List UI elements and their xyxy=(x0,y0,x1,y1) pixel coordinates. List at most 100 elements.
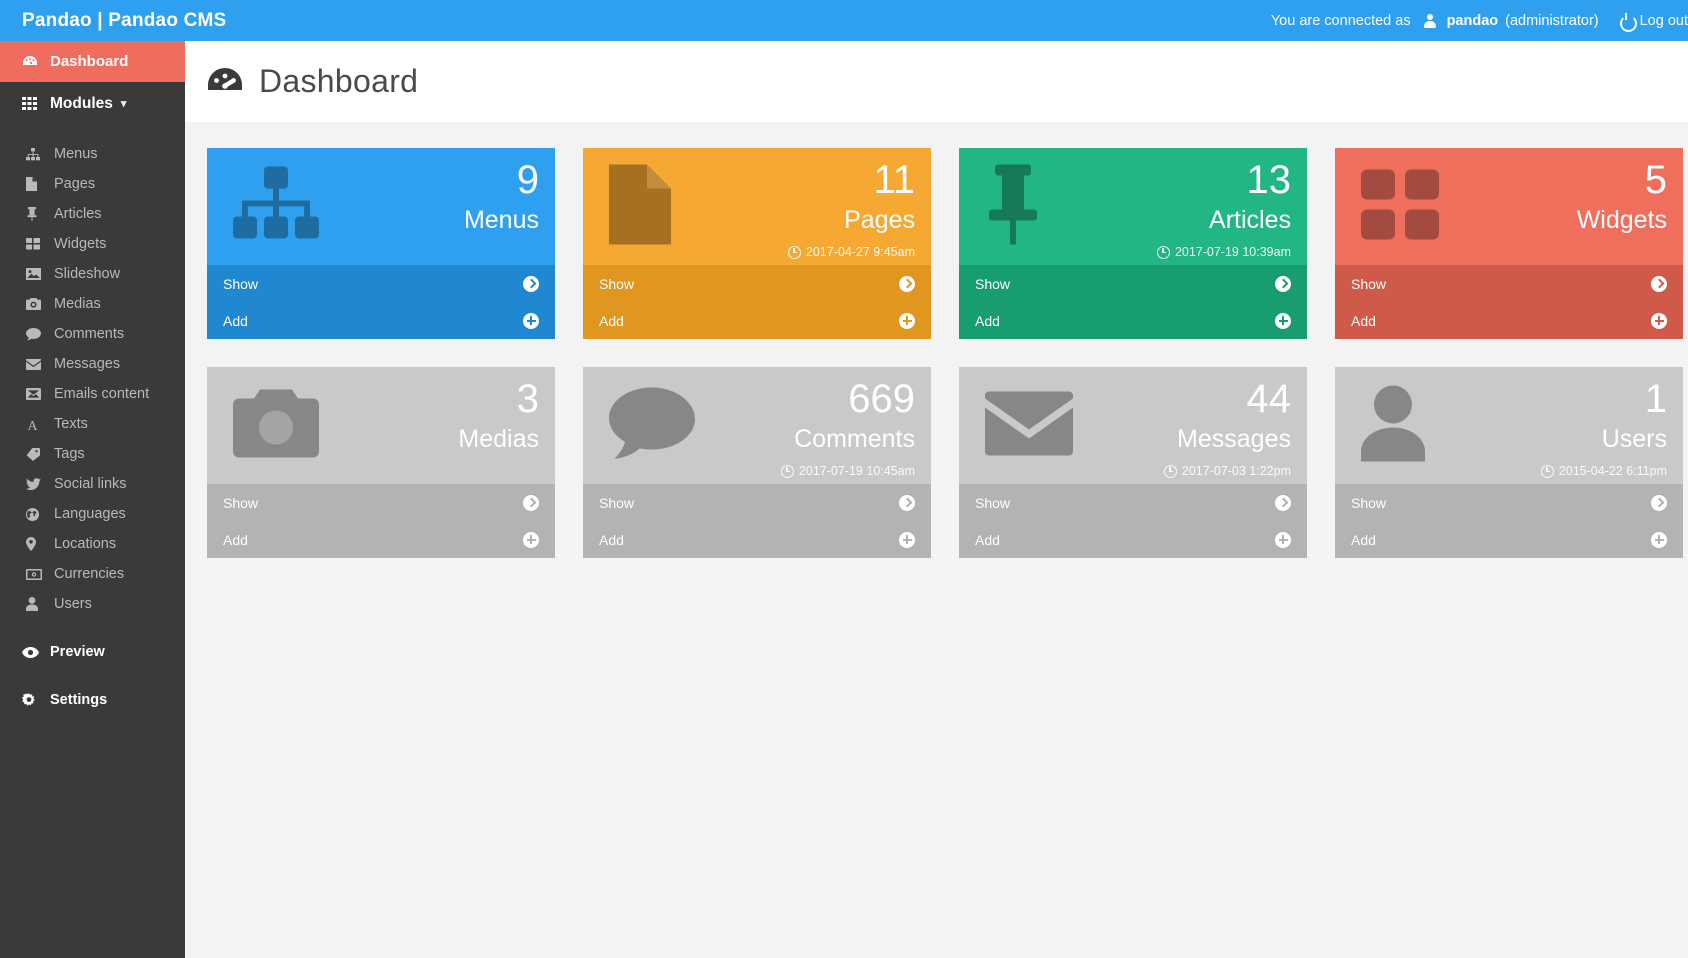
card-show-button[interactable]: Show xyxy=(1335,265,1683,302)
dashboard-cards: 9 Menus Show Add 11 Pages 2017-04-27 9:4… xyxy=(185,122,1688,558)
clock-icon xyxy=(788,246,801,259)
card-add-button[interactable]: Add xyxy=(959,302,1307,339)
comment-icon xyxy=(609,387,695,464)
card-add-button[interactable]: Add xyxy=(583,521,931,558)
card-show-button[interactable]: Show xyxy=(207,265,555,302)
sidebar-item-label: Users xyxy=(54,596,92,612)
card-show-label: Show xyxy=(223,276,258,292)
card-show-button[interactable]: Show xyxy=(583,484,931,521)
sidebar-item-label: Tags xyxy=(54,446,85,462)
envelope-open-icon xyxy=(26,388,46,400)
card-add-button[interactable]: Add xyxy=(207,521,555,558)
dashboard-card-menus: 9 Menus Show Add xyxy=(207,148,555,339)
sidebar-item-modules[interactable]: Modules ▾ xyxy=(0,82,185,125)
sidebar-item-label: Slideshow xyxy=(54,266,120,282)
chevron-down-icon[interactable]: ▾ xyxy=(121,97,127,110)
card-show-button[interactable]: Show xyxy=(959,484,1307,521)
sidebar-item-label: Modules xyxy=(50,95,113,113)
card-body: 669 Comments 2017-07-19 10:45am xyxy=(583,367,931,484)
dashboard-card-users: 1 Users 2015-04-22 6:11pm Show Add xyxy=(1335,367,1683,558)
camera-icon xyxy=(26,298,46,310)
sidebar-item-widgets[interactable]: Widgets xyxy=(0,229,185,259)
sidebar-item-social-links[interactable]: Social links xyxy=(0,469,185,499)
plus-icon xyxy=(899,313,915,329)
chevron-right-icon xyxy=(523,276,539,292)
card-add-button[interactable]: Add xyxy=(583,302,931,339)
card-timestamp: 2017-07-19 10:45am xyxy=(781,464,915,478)
card-timestamp-text: 2017-04-27 9:45am xyxy=(806,245,915,259)
power-icon xyxy=(1619,13,1634,28)
sidebar-item-languages[interactable]: Languages xyxy=(0,499,185,529)
sidebar-item-dashboard[interactable]: Dashboard xyxy=(0,41,185,82)
card-add-button[interactable]: Add xyxy=(1335,521,1683,558)
sidebar-item-medias[interactable]: Medias xyxy=(0,289,185,319)
chevron-right-icon xyxy=(523,495,539,511)
card-add-button[interactable]: Add xyxy=(1335,302,1683,339)
card-show-label: Show xyxy=(1351,495,1386,511)
sidebar-item-pages[interactable]: Pages xyxy=(0,169,185,199)
card-add-button[interactable]: Add xyxy=(207,302,555,339)
card-add-label: Add xyxy=(599,313,624,329)
card-label: Widgets xyxy=(1577,208,1667,233)
card-label: Messages xyxy=(1177,427,1291,452)
sidebar-spacer xyxy=(0,125,185,139)
clock-icon xyxy=(1541,465,1554,478)
card-add-label: Add xyxy=(975,313,1000,329)
card-count: 5 xyxy=(1645,160,1667,200)
card-label: Menus xyxy=(464,208,539,233)
card-label: Medias xyxy=(458,427,539,452)
card-show-button[interactable]: Show xyxy=(959,265,1307,302)
card-show-button[interactable]: Show xyxy=(207,484,555,521)
svg-text:A: A xyxy=(27,419,38,431)
sidebar-item-articles[interactable]: Articles xyxy=(0,199,185,229)
sidebar-item-texts[interactable]: A Texts xyxy=(0,409,185,439)
map-marker-icon xyxy=(26,537,46,551)
sidebar-item-slideshow[interactable]: Slideshow xyxy=(0,259,185,289)
money-icon xyxy=(26,569,46,580)
clock-icon xyxy=(1157,246,1170,259)
page-header: Dashboard xyxy=(185,41,1688,122)
envelope-icon xyxy=(26,359,46,370)
sidebar-item-locations[interactable]: Locations xyxy=(0,529,185,559)
card-show-button[interactable]: Show xyxy=(583,265,931,302)
sidebar-item-settings[interactable]: Settings xyxy=(0,685,185,715)
sidebar-item-currencies[interactable]: Currencies xyxy=(0,559,185,589)
sidebar-item-preview[interactable]: Preview xyxy=(0,637,185,667)
card-body: 9 Menus xyxy=(207,148,555,265)
sidebar-item-users[interactable]: Users xyxy=(0,589,185,619)
sidebar-item-menus[interactable]: Menus xyxy=(0,139,185,169)
sitemap-icon xyxy=(26,148,46,161)
sidebar-item-label: Pages xyxy=(54,176,95,192)
card-timestamp: 2017-04-27 9:45am xyxy=(788,245,915,259)
user-icon xyxy=(1424,14,1436,28)
card-add-label: Add xyxy=(223,313,248,329)
app-brand[interactable]: Pandao | Pandao CMS xyxy=(0,10,226,32)
current-user-role: (administrator) xyxy=(1505,13,1598,29)
card-add-label: Add xyxy=(1351,532,1376,548)
connected-as-label: You are connected as xyxy=(1271,13,1411,29)
dashboard-card-comments: 669 Comments 2017-07-19 10:45am Show Add xyxy=(583,367,931,558)
card-show-label: Show xyxy=(599,276,634,292)
plus-icon xyxy=(899,532,915,548)
sidebar-item-label: Locations xyxy=(54,536,116,552)
card-label: Comments xyxy=(794,427,915,452)
camera-icon xyxy=(233,389,319,462)
card-add-label: Add xyxy=(599,532,624,548)
card-show-label: Show xyxy=(975,495,1010,511)
sidebar-item-label: Social links xyxy=(54,476,127,492)
sidebar-item-emails-content[interactable]: Emails content xyxy=(0,379,185,409)
logout-button[interactable]: Log out xyxy=(1619,13,1688,29)
dashboard-card-widgets: 5 Widgets Show Add xyxy=(1335,148,1683,339)
sidebar-item-messages[interactable]: Messages xyxy=(0,349,185,379)
chevron-right-icon xyxy=(1651,495,1667,511)
card-count: 13 xyxy=(1247,160,1292,200)
sidebar-item-tags[interactable]: Tags xyxy=(0,439,185,469)
card-body: 13 Articles 2017-07-19 10:39am xyxy=(959,148,1307,265)
card-add-button[interactable]: Add xyxy=(959,521,1307,558)
card-show-button[interactable]: Show xyxy=(1335,484,1683,521)
card-add-label: Add xyxy=(1351,313,1376,329)
sidebar-item-comments[interactable]: Comments xyxy=(0,319,185,349)
dashboard-card-medias: 3 Medias Show Add xyxy=(207,367,555,558)
sidebar-item-label: Dashboard xyxy=(50,53,128,70)
sidebar-item-label: Currencies xyxy=(54,566,124,582)
